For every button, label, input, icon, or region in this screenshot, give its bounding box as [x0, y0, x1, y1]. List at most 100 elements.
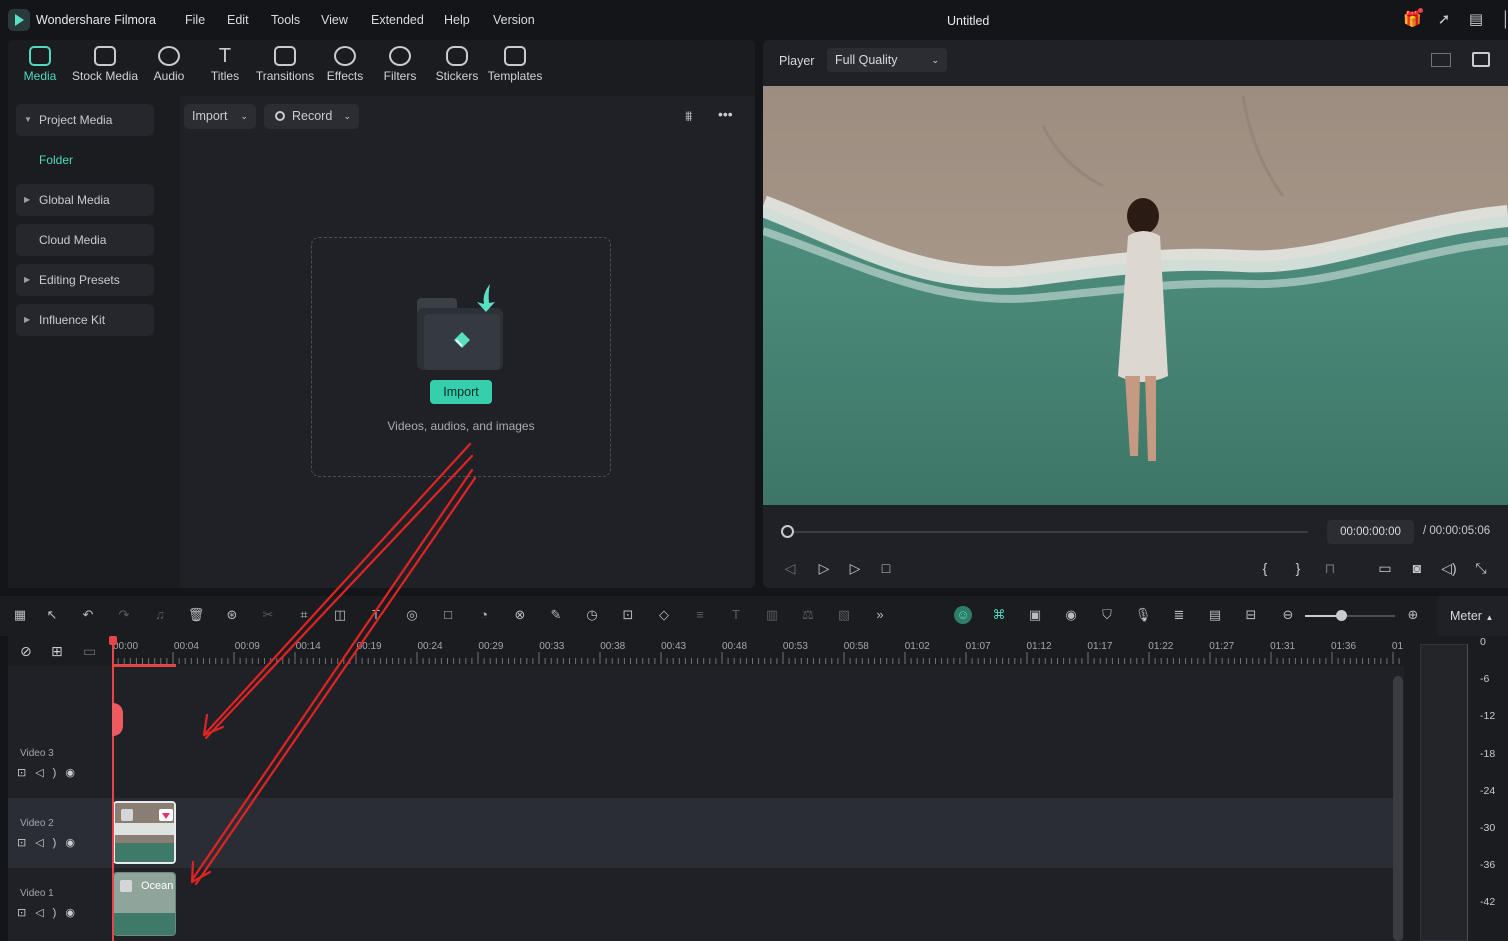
playback-progress-knob[interactable] [781, 525, 794, 538]
fullscreen-icon[interactable]: ⤡ [1472, 559, 1490, 577]
undo-icon[interactable]: ↶ [79, 606, 97, 624]
freeze-frame-icon[interactable]: ◫ [331, 606, 349, 624]
speaker-icon[interactable]: ◁) [35, 767, 65, 779]
lock-icon[interactable]: ⊡ [17, 837, 35, 849]
insert-icon[interactable]: ⊓ [1321, 559, 1339, 577]
camera-icon[interactable]: ◙ [1408, 559, 1426, 577]
more-options-icon[interactable]: ••• [718, 106, 733, 122]
record-dropdown[interactable]: Record ⌄ [264, 104, 359, 129]
menu-tools[interactable]: Tools [271, 13, 300, 27]
menu-extended[interactable]: Extended [371, 13, 424, 27]
fit-icon[interactable]: ⊟ [1242, 606, 1260, 624]
playhead-handle[interactable] [109, 636, 117, 645]
stabilize-icon[interactable]: ⚖ [799, 606, 817, 624]
eye-icon[interactable]: ◉ [65, 907, 84, 919]
caption-icon[interactable]: ▧ [835, 606, 853, 624]
work-area-bar[interactable] [112, 664, 176, 667]
vertical-scrollbar[interactable] [1393, 676, 1403, 941]
replace-icon[interactable]: ▤ [1206, 606, 1224, 624]
eye-icon[interactable]: ◉ [65, 767, 84, 779]
track-controls-video-3[interactable]: ⊡◁)◉ [17, 766, 84, 779]
quality-dropdown[interactable]: Full Quality ⌄ [827, 48, 947, 72]
add-track-icon[interactable]: ⊞ [51, 643, 63, 660]
timer-icon[interactable]: ◷ [583, 606, 601, 624]
shield-icon[interactable]: ⛉ [1098, 606, 1116, 624]
zoom-out-icon[interactable]: ⊖ [1279, 606, 1297, 624]
audio-edit-icon[interactable]: ♫ [151, 606, 169, 624]
mark-in-icon[interactable]: { [1256, 559, 1274, 577]
play-frame-icon[interactable]: ▷ [815, 559, 833, 577]
tab-audio[interactable]: Audio [149, 46, 189, 92]
grid-view-icon[interactable] [1431, 53, 1451, 67]
import-button[interactable]: Import [430, 380, 492, 404]
track-manager-icon[interactable]: ▭ [83, 643, 96, 660]
menu-version[interactable]: Version [493, 13, 535, 27]
split-icon[interactable]: ✂ [259, 606, 277, 624]
crop-icon[interactable]: ⌗ [295, 606, 313, 624]
layout-icon[interactable]: ▦ [11, 606, 29, 624]
playhead-marker-flag[interactable] [112, 703, 123, 736]
meter-dropdown[interactable]: Meter ▲ [1437, 596, 1508, 636]
zoom-slider-knob[interactable] [1336, 610, 1347, 621]
tab-media[interactable]: Media [18, 46, 62, 92]
speaker-icon[interactable]: ◁) [35, 837, 65, 849]
audio-wave-icon[interactable]: ▥ [763, 606, 781, 624]
volume-icon[interactable]: ◁) [1440, 559, 1458, 577]
track-controls-video-1[interactable]: ⊡◁)◉ [17, 906, 84, 919]
sidebar-item-cloud-media[interactable]: Cloud Media [16, 224, 154, 256]
redo-icon[interactable]: ↷ [115, 606, 133, 624]
track-controls-video-2[interactable]: ⊡◁)◉ [17, 836, 84, 849]
mark-out-icon[interactable]: } [1289, 559, 1307, 577]
tab-filters[interactable]: Filters [380, 46, 420, 92]
sidebar-item-folder[interactable]: Folder [39, 153, 73, 167]
display-icon[interactable]: ▭ [1376, 559, 1394, 577]
tab-stickers[interactable]: Stickers [434, 46, 480, 92]
send-icon[interactable]: ➚ [1435, 11, 1453, 29]
stop-icon[interactable]: □ [877, 559, 895, 577]
delete-icon[interactable]: 🗑 [187, 606, 205, 624]
image-snapshot-icon[interactable] [1472, 52, 1490, 67]
filter-sort-icon[interactable]: ⩩ [685, 108, 692, 125]
lock-icon[interactable]: ⊡ [17, 907, 35, 919]
clip-video-2[interactable] [113, 801, 176, 864]
sidebar-item-global-media[interactable]: ▶ Global Media [16, 184, 154, 216]
tab-titles[interactable]: T Titles [205, 46, 245, 92]
lock-icon[interactable]: ⊡ [17, 767, 35, 779]
edit-image-icon[interactable]: ✎ [547, 606, 565, 624]
menu-file[interactable]: File [185, 13, 205, 27]
speaker-icon[interactable]: ◁) [35, 907, 65, 919]
playback-progress-track[interactable] [787, 531, 1308, 533]
eye-icon[interactable]: ◉ [65, 837, 84, 849]
previous-frame-icon[interactable]: ◁ [781, 559, 799, 577]
more-icon[interactable]: │ [1497, 11, 1508, 29]
color-icon[interactable]: ⊗ [511, 606, 529, 624]
menu-view[interactable]: View [321, 13, 348, 27]
playhead[interactable] [112, 638, 114, 941]
snap-icon[interactable]: ⌘ [990, 606, 1008, 624]
play-icon[interactable]: ▷ [846, 559, 864, 577]
current-time[interactable]: 00:00:00:00 [1327, 520, 1414, 544]
keyframe-icon[interactable]: ◇ [655, 606, 673, 624]
more-tools-icon[interactable]: » [871, 606, 889, 624]
render-icon[interactable]: ▣ [1026, 606, 1044, 624]
text-edit-icon[interactable]: T [367, 606, 385, 624]
ai-cut-icon[interactable]: ⊛ [223, 606, 241, 624]
tab-transitions[interactable]: Transitions [255, 46, 315, 92]
tab-stock-media[interactable]: Stock Media [70, 46, 140, 92]
auto-ripple-icon[interactable]: ◉ [1062, 606, 1080, 624]
microphone-icon[interactable]: 🎙 [1134, 606, 1152, 624]
menu-help[interactable]: Help [444, 13, 470, 27]
adjust-icon[interactable]: ≡ [691, 606, 709, 624]
tab-effects[interactable]: Effects [324, 46, 366, 92]
speed-icon[interactable]: ◔ [475, 606, 493, 624]
ai-copilot-icon[interactable]: ☺ [954, 606, 972, 624]
sidebar-item-project-media[interactable]: ▼ Project Media [16, 104, 154, 136]
zoom-in-icon[interactable]: ⊕ [1404, 606, 1422, 624]
ai-tool-icon[interactable]: ◎ [403, 606, 421, 624]
sidebar-item-influence-kit[interactable]: ▶ Influence Kit [16, 304, 154, 336]
menu-edit[interactable]: Edit [227, 13, 249, 27]
gift-icon[interactable]: 🎁 [1403, 11, 1422, 29]
feedback-icon[interactable]: ▤ [1467, 11, 1485, 29]
title-ai-icon[interactable]: T [727, 606, 745, 624]
import-dropdown[interactable]: Import ⌄ [184, 104, 256, 129]
